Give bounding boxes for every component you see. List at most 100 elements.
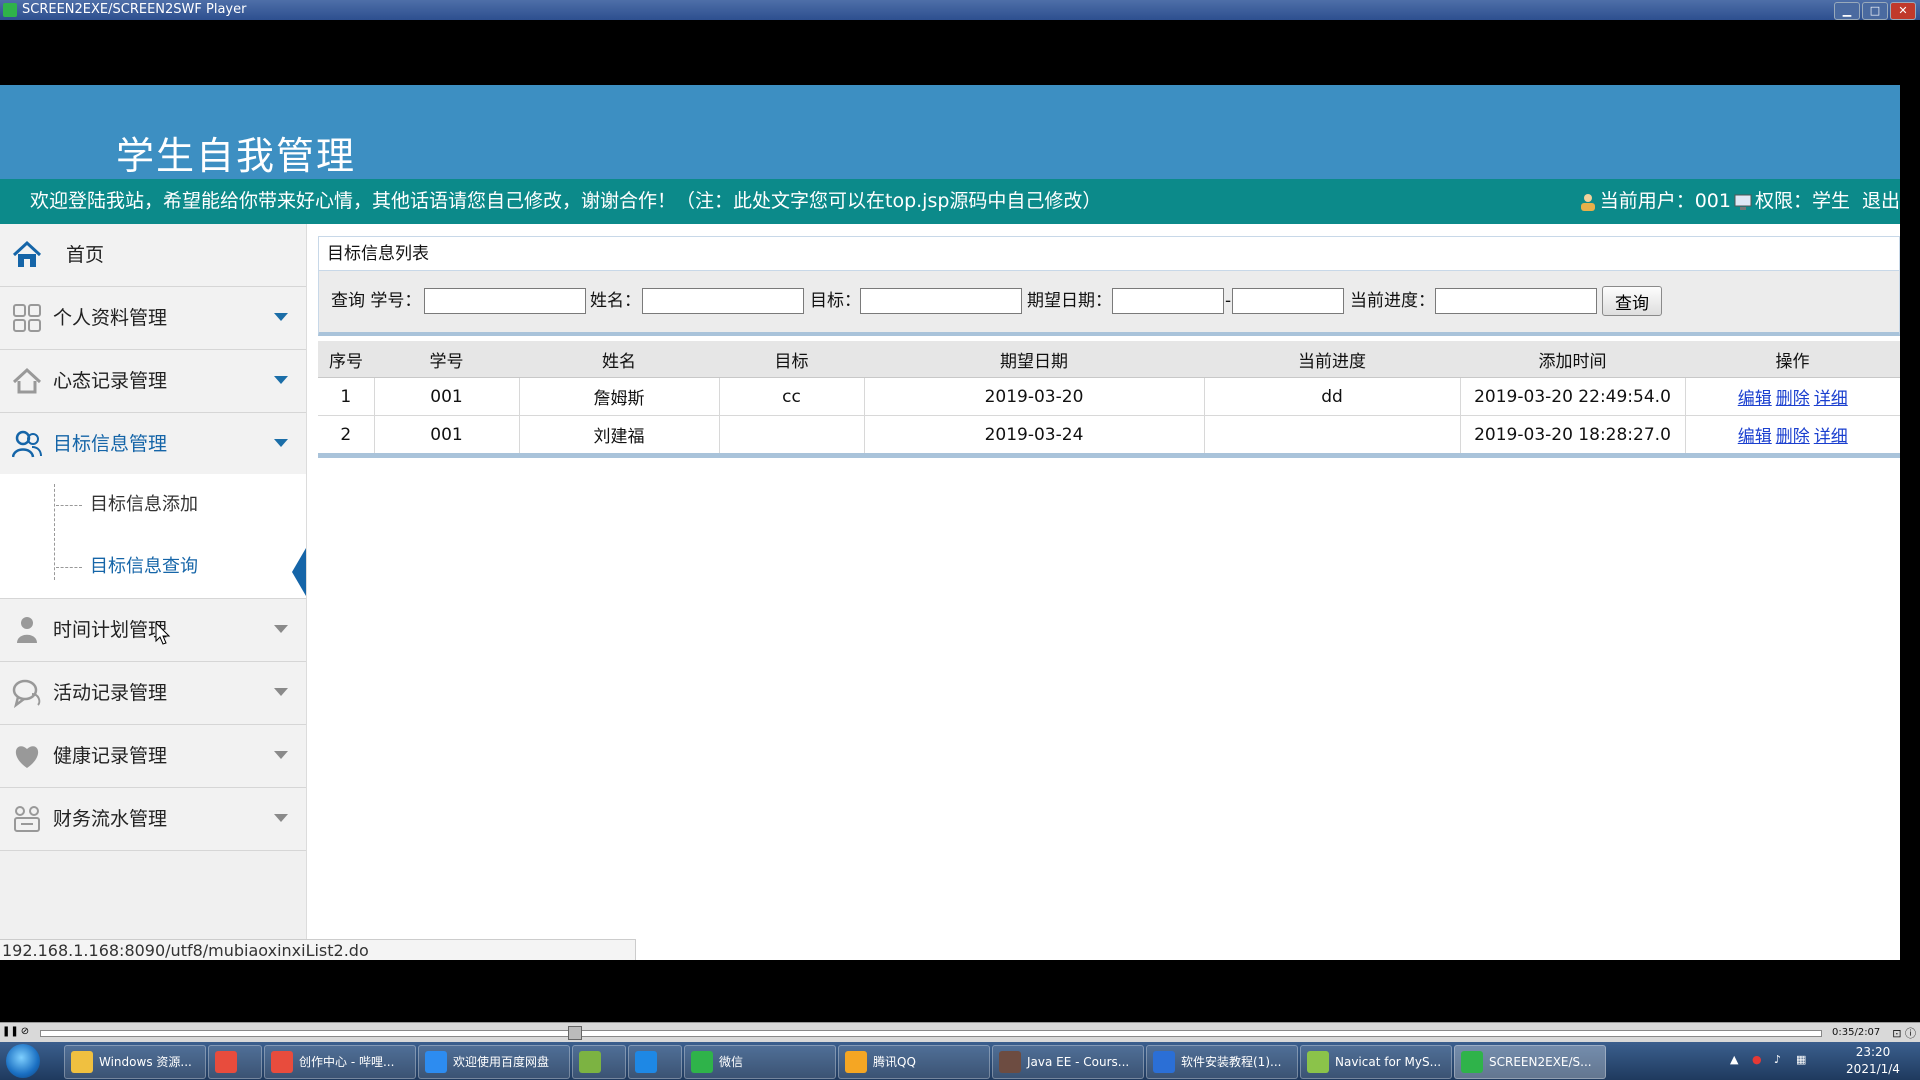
query-button[interactable]: 查询 [1602,286,1662,316]
column-header: 序号 [318,341,374,378]
detail-link[interactable]: 详细 [1814,427,1848,447]
sidebar-item-label: 活动记录管理 [53,682,168,704]
detail-link[interactable]: 详细 [1814,389,1848,409]
tray-expand-icon[interactable]: ▲ [1730,1054,1742,1066]
delete-link[interactable]: 删除 [1776,427,1810,447]
taskbar-item[interactable] [572,1045,626,1079]
column-header: 目标 [719,341,864,378]
finance-icon [14,806,40,832]
chevron-down-icon [274,814,288,822]
taskbar-item[interactable]: 腾讯QQ [838,1045,990,1079]
column-header: 操作 [1685,341,1900,378]
student-id-input[interactable] [424,288,586,314]
taskbar-item-label: Java EE - Cours... [1027,1055,1130,1069]
cell-student-id: 001 [374,377,520,416]
taskbar-item[interactable]: Windows 资源... [64,1045,206,1079]
volume-icon[interactable]: ♪ [1774,1054,1786,1066]
taskbar-item[interactable]: Navicat for MyS... [1300,1045,1452,1079]
taskbar-app-icon [71,1051,93,1073]
taskbar-clock[interactable]: 23:20 2021/1/4 [1830,1044,1916,1078]
windows-taskbar: Windows 资源... 创作中心 - 哔哩... 欢迎使用百度网盘 微信 腾讯QQ J… [0,1042,1920,1080]
home-icon [12,240,42,267]
taskbar-item[interactable]: 创作中心 - 哔哩... [264,1045,416,1079]
sidebar-item-activity[interactable]: 活动记录管理 [0,662,306,725]
sidebar-item-label: 健康记录管理 [53,745,168,767]
taskbar-item[interactable]: 微信 [684,1045,836,1079]
taskbar-item-label: SCREEN2EXE/S... [1489,1055,1592,1069]
taskbar-app-icon [1307,1051,1329,1073]
taskbar-item[interactable] [628,1045,682,1079]
main-content: 目标信息列表 查询 学号： 姓名： 目标： 期望日期： - 当前进度： 查询 序… [318,236,1900,960]
sidebar: 首页 个人资料管理 心态记录管理 目标信息管理 目标信息添加 目标信息查询 时间… [0,224,307,960]
clock-date: 2021/1/4 [1846,1062,1900,1076]
site-header: 学生自我管理 [0,85,1900,179]
taskbar-app-icon [425,1051,447,1073]
submenu-item-query-goal[interactable]: 目标信息查询 [0,536,306,598]
player-app-icon [3,3,17,17]
maximize-button[interactable]: □ [1862,2,1888,20]
browser-status-url: 192.168.1.168:8090/utf8/mubiaoxinxiList2… [0,939,636,960]
taskbar-item[interactable]: SCREEN2EXE/S... [1454,1045,1606,1079]
role-label: 权限：学生 [1754,190,1850,212]
column-header: 期望日期 [864,341,1204,378]
sidebar-item-finance[interactable]: 财务流水管理 [0,788,306,851]
system-tray: ▲ ● ♪ ▦ 23:20 2021/1/4 [1730,1042,1920,1080]
taskbar-item-label: 微信 [719,1055,744,1069]
date-range-dash: - [1225,291,1232,311]
site-title: 学生自我管理 [116,134,357,178]
date-from-input[interactable] [1112,288,1224,314]
taskbar-item-label: 欢迎使用百度网盘 [453,1055,550,1069]
taskbar-item[interactable]: 欢迎使用百度网盘 [418,1045,570,1079]
progress-input[interactable] [1435,288,1597,314]
goal-label: 目标： [810,291,861,311]
taskbar-item[interactable]: Java EE - Cours... [992,1045,1144,1079]
cell-expected-date: 2019-03-20 [864,377,1205,416]
sidebar-item-goals[interactable]: 目标信息管理 [0,413,306,475]
edit-link[interactable]: 编辑 [1738,389,1772,409]
cell-progress [1204,415,1461,456]
cell-actions: 编辑 删除 详细 [1685,377,1900,416]
name-label: 姓名： [590,291,641,311]
delete-link[interactable]: 删除 [1776,389,1810,409]
close-button[interactable]: ✕ [1890,2,1916,20]
player-extra-controls[interactable]: ⊡ ⓘ [1892,1025,1916,1041]
taskbar-item[interactable] [208,1045,262,1079]
sidebar-item-profile[interactable]: 个人资料管理 [0,287,306,350]
stop-button[interactable]: ⊘ [18,1025,32,1039]
sidebar-item-label: 首页 [66,244,105,266]
submenu-item-add-goal[interactable]: 目标信息添加 [0,474,306,536]
tree-line [56,505,82,506]
taskbar-item-label: Navicat for MyS... [1335,1055,1442,1069]
table-header-row: 序号 学号 姓名 目标 期望日期 当前进度 添加时间 操作 [318,341,1900,378]
sidebar-item-mood[interactable]: 心态记录管理 [0,350,306,413]
network-icon[interactable]: ▦ [1796,1054,1808,1066]
name-input[interactable] [642,288,804,314]
sidebar-item-home[interactable]: 首页 [0,224,306,287]
taskbar-item[interactable]: 软件安装教程(1)... [1146,1045,1298,1079]
sidebar-item-label: 目标信息管理 [53,433,168,455]
cell-name: 刘建福 [519,415,720,456]
minimize-button[interactable]: ▁ [1834,2,1860,20]
taskbar-app-icon [579,1051,601,1073]
sidebar-item-health[interactable]: 健康记录管理 [0,725,306,788]
logout-link[interactable]: 退出 [1862,179,1900,224]
pause-button[interactable]: ❚❚ [2,1025,19,1039]
playback-slider[interactable] [40,1030,1822,1037]
column-header: 姓名 [519,341,719,378]
playback-slider-thumb[interactable] [568,1026,582,1040]
taskbar-item-label: 软件安装教程(1)... [1181,1055,1282,1069]
query-student-id-label: 查询 学号： [331,291,422,311]
chevron-down-icon [274,751,288,759]
taskbar-app-icon [691,1051,713,1073]
edit-link[interactable]: 编辑 [1738,427,1772,447]
tray-app-icon[interactable]: ● [1752,1054,1764,1066]
taskbar-app-icon [215,1051,237,1073]
start-button[interactable] [6,1044,40,1078]
welcome-bar: 欢迎登陆我站，希望能给你带来好心情，其他话语请您自己修改，谢谢合作！（注：此处文… [0,179,1900,224]
column-header: 添加时间 [1460,341,1685,378]
date-to-input[interactable] [1232,288,1344,314]
sidebar-item-time-plan[interactable]: 时间计划管理 [0,599,306,662]
chevron-down-icon [274,376,288,384]
sidebar-item-label: 心态记录管理 [53,370,168,392]
goal-input[interactable] [860,288,1022,314]
